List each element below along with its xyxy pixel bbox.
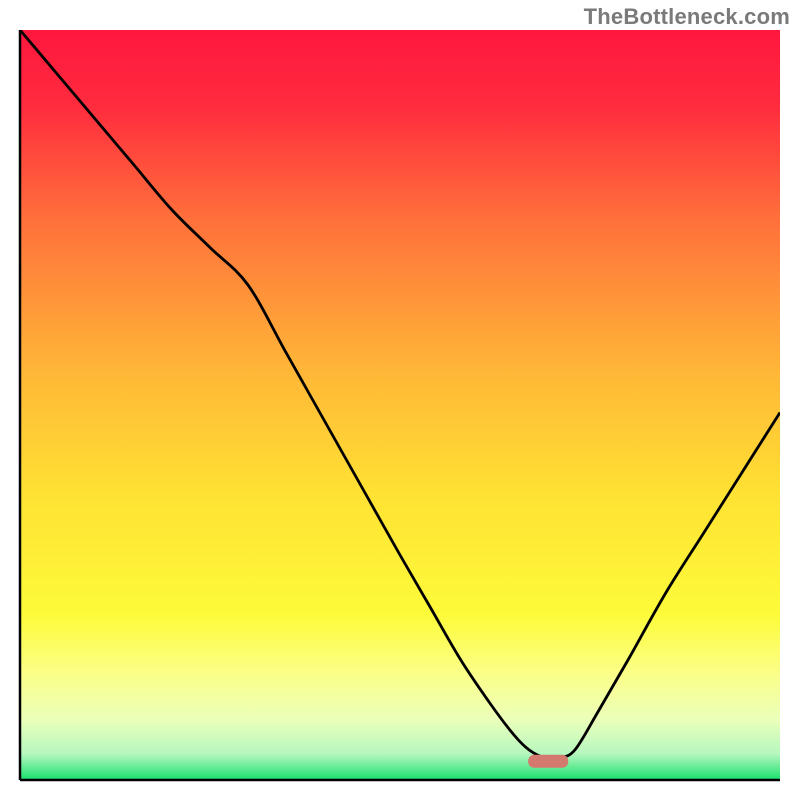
gradient-background	[20, 30, 780, 780]
bottleneck-chart	[0, 0, 800, 800]
chart-stage: TheBottleneck.com	[0, 0, 800, 800]
optimum-marker	[528, 755, 568, 768]
